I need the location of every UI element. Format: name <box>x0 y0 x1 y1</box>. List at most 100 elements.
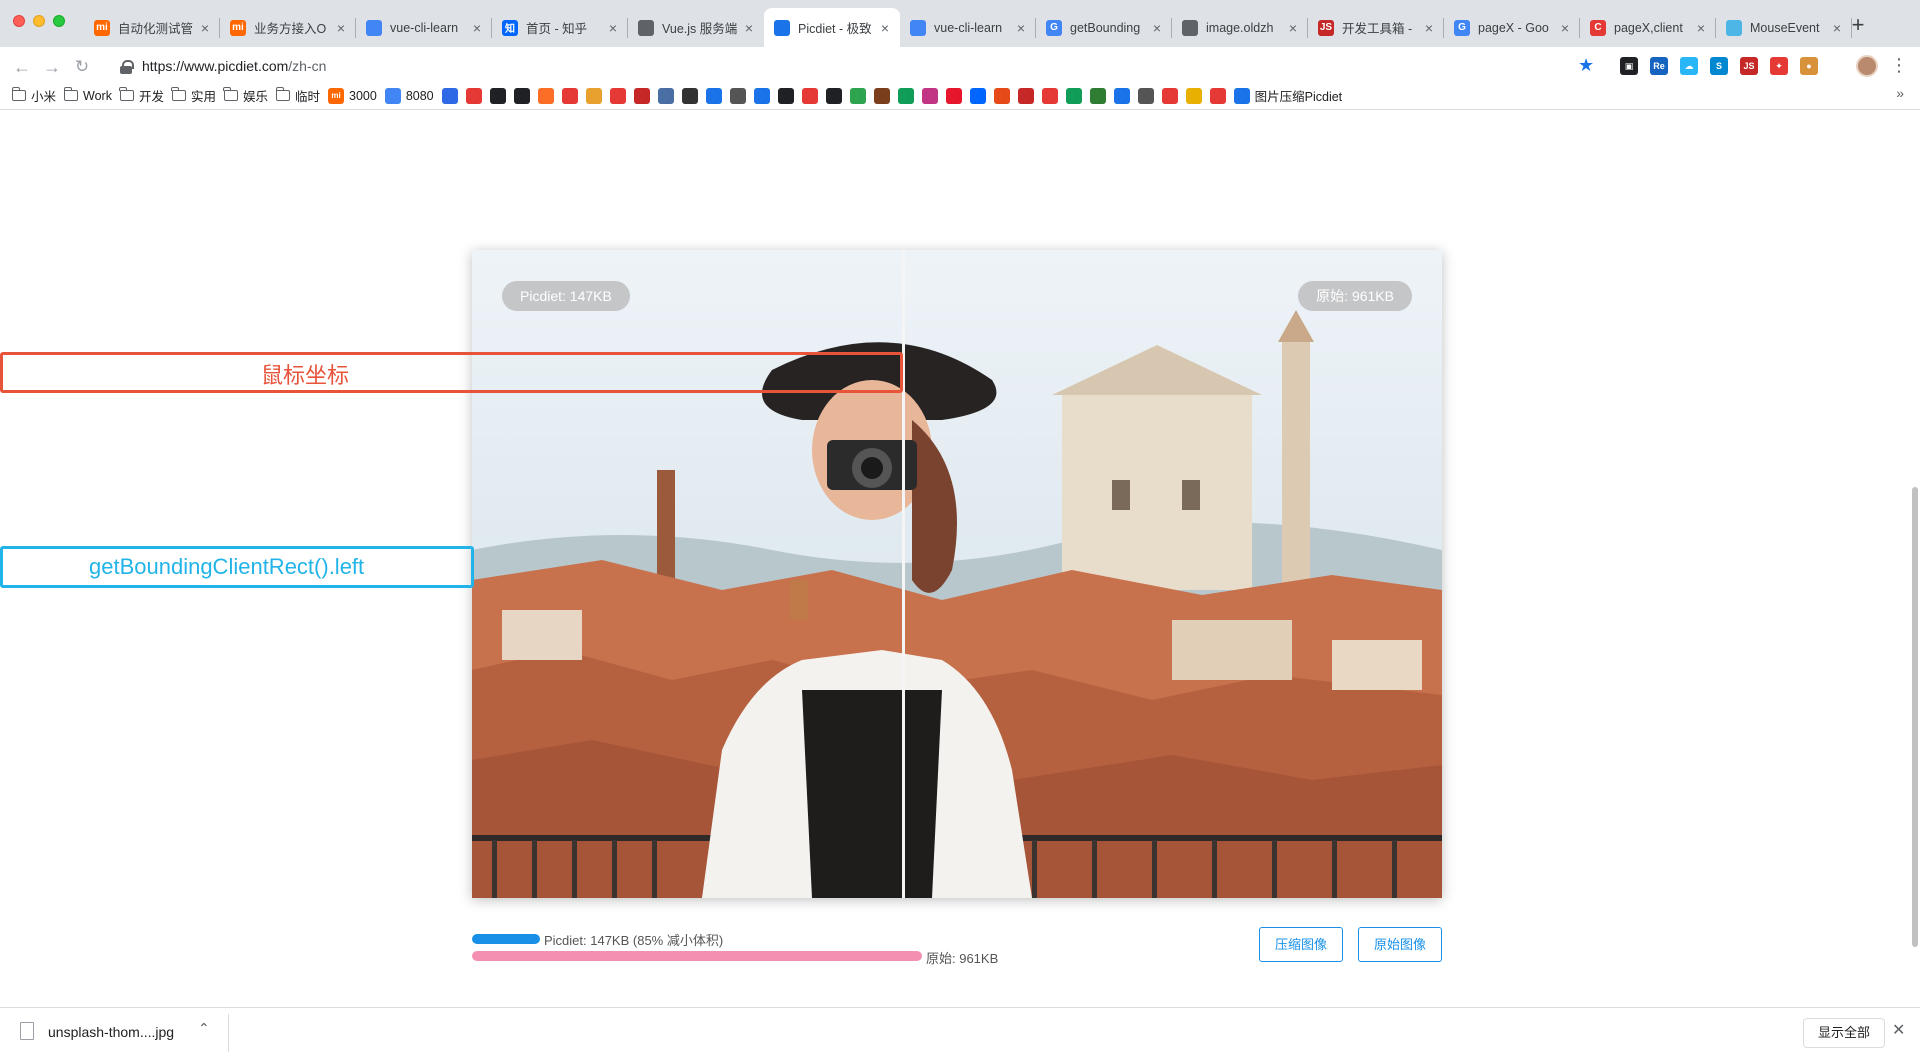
bookmark-site-icon[interactable] <box>1185 87 1202 104</box>
bookmark-site-icon[interactable] <box>561 87 578 104</box>
profile-avatar[interactable] <box>1856 55 1878 77</box>
close-window-button[interactable] <box>13 15 25 27</box>
address-bar[interactable]: https://www.picdiet.com/zh-cn <box>108 53 1578 81</box>
bookmark-2[interactable]: 开发 <box>119 86 164 105</box>
close-tab-icon[interactable]: × <box>1830 20 1844 36</box>
tab-11[interactable]: CpageX,client × <box>1580 8 1716 47</box>
bookmark-site-icon[interactable] <box>441 87 458 104</box>
qr-extension-icon[interactable]: ▣ <box>1620 57 1638 75</box>
bookmark-1[interactable]: Work <box>63 87 112 103</box>
bookmark-site-icon[interactable] <box>609 87 626 104</box>
maximize-window-button[interactable] <box>53 15 65 27</box>
bookmark-site-icon[interactable] <box>585 87 602 104</box>
image-compare-viewer[interactable]: Picdiet: 147KB 原始: 961KB <box>472 250 1442 898</box>
close-tab-icon[interactable]: × <box>742 20 756 36</box>
bookmark-site-icon[interactable] <box>849 87 866 104</box>
globe-icon <box>1182 19 1198 36</box>
bookmark-6[interactable]: mi 3000 <box>328 87 377 104</box>
tab-6[interactable]: vue-cli-learn × <box>900 8 1036 47</box>
compare-divider-handle[interactable] <box>902 250 905 898</box>
show-all-downloads-button[interactable]: 显示全部 <box>1803 1018 1886 1048</box>
close-tab-icon[interactable]: × <box>878 20 892 36</box>
back-button[interactable]: ← <box>10 55 34 79</box>
bookmark-site-icon[interactable] <box>897 87 914 104</box>
bookmark-site-icon[interactable] <box>801 87 818 104</box>
bookmark-site-icon[interactable] <box>681 87 698 104</box>
bookmark-site-icon[interactable] <box>1041 87 1058 104</box>
bookmark-site-icon[interactable] <box>537 87 554 104</box>
tab-9[interactable]: JS 开发工具箱 - × <box>1308 8 1444 47</box>
s-extension-icon[interactable]: S <box>1710 57 1728 75</box>
bookmark-site-icon[interactable] <box>1113 87 1130 104</box>
compressed-image-button[interactable]: 压缩图像 <box>1259 927 1344 962</box>
close-tab-icon[interactable]: × <box>1014 20 1028 36</box>
bookmark-site-icon[interactable] <box>729 87 746 104</box>
close-tab-icon[interactable]: × <box>1150 20 1164 36</box>
tab-10[interactable]: GpageX - Goo × <box>1444 8 1580 47</box>
tab-5[interactable]: Picdiet - 极致 × <box>764 8 900 47</box>
more-bookmarks-icon[interactable]: » <box>1896 85 1904 101</box>
tab-8[interactable]: image.oldzh × <box>1172 8 1308 47</box>
bookmark-picdiet[interactable]: 图片压缩Picdiet <box>1233 86 1342 105</box>
bookmark-site-icon[interactable] <box>1065 87 1082 104</box>
close-tab-icon[interactable]: × <box>470 20 484 36</box>
bookmark-site-icon[interactable] <box>705 87 722 104</box>
close-shelf-icon[interactable]: ✕ <box>1892 1020 1905 1040</box>
menu-icon[interactable]: ⋮ <box>1890 55 1908 76</box>
tab-0[interactable]: mi 自动化测试管 × <box>84 8 220 47</box>
close-tab-icon[interactable]: × <box>1422 20 1436 36</box>
reload-button[interactable]: ↻ <box>70 55 94 79</box>
close-tab-icon[interactable]: × <box>606 20 620 36</box>
tab-12[interactable]: MouseEvent × <box>1716 8 1852 47</box>
bookmark-site-icon[interactable] <box>657 87 674 104</box>
bookmark-site-icon[interactable] <box>1017 87 1034 104</box>
bookmark-site-icon[interactable] <box>1089 87 1106 104</box>
tab-1[interactable]: mi 业务方接入O × <box>220 8 356 47</box>
tab-7[interactable]: GgetBounding × <box>1036 8 1172 47</box>
forward-button[interactable]: → <box>40 55 64 79</box>
bookmark-site-icon[interactable] <box>945 87 962 104</box>
minimize-window-button[interactable] <box>33 15 45 27</box>
js-extension-icon[interactable]: JS <box>1740 57 1758 75</box>
bookmark-site-icon[interactable] <box>633 87 650 104</box>
bookmark-site-icon[interactable] <box>753 87 770 104</box>
bookmark-site-icon[interactable] <box>513 87 530 104</box>
bookmark-site-icon[interactable] <box>921 87 938 104</box>
bookmark-site-icon[interactable] <box>969 87 986 104</box>
close-tab-icon[interactable]: × <box>1286 20 1300 36</box>
download-options-chevron-icon[interactable]: ⌃ <box>198 1020 210 1037</box>
picdiet-icon <box>774 19 790 36</box>
extensions: ▣ Re ☁ S JS ✦ ● <box>1620 57 1818 75</box>
close-tab-icon[interactable]: × <box>1558 20 1572 36</box>
bookmark-site-icon[interactable] <box>1161 87 1178 104</box>
tab-4[interactable]: Vue.js 服务端 × <box>628 8 764 47</box>
download-file-name[interactable]: unsplash-thom....jpg <box>48 1024 174 1040</box>
bookmark-5[interactable]: 临时 <box>275 86 320 105</box>
tab-2[interactable]: vue-cli-learn × <box>356 8 492 47</box>
bookmark-site-icon[interactable] <box>993 87 1010 104</box>
new-tab-button[interactable]: + <box>1846 12 1870 38</box>
google-icon: G <box>1454 19 1470 36</box>
close-tab-icon[interactable]: × <box>198 20 212 36</box>
bookmark-site-icon[interactable] <box>777 87 794 104</box>
bookmark-7[interactable]: 8080 <box>384 87 434 104</box>
bookmark-star-icon[interactable]: ★ <box>1578 55 1594 76</box>
bookmark-site-icon[interactable] <box>489 87 506 104</box>
bookmark-0[interactable]: 小米 <box>11 86 56 105</box>
close-tab-icon[interactable]: × <box>1694 20 1708 36</box>
bookmark-site-icon[interactable] <box>465 87 482 104</box>
cloud-extension-icon[interactable]: ☁ <box>1680 57 1698 75</box>
flame-extension-icon[interactable]: ✦ <box>1770 57 1788 75</box>
bookmark-4[interactable]: 娱乐 <box>223 86 268 105</box>
tab-3[interactable]: 知首页 - 知乎 × <box>492 8 628 47</box>
bookmark-site-icon[interactable] <box>873 87 890 104</box>
re-extension-icon[interactable]: Re <box>1650 57 1668 75</box>
bookmark-site-icon[interactable] <box>1137 87 1154 104</box>
bookmark-site-icon[interactable] <box>825 87 842 104</box>
bookmark-3[interactable]: 实用 <box>171 86 216 105</box>
page-scrollbar[interactable] <box>1912 487 1918 947</box>
bookmark-site-icon[interactable] <box>1209 87 1226 104</box>
close-tab-icon[interactable]: × <box>334 20 348 36</box>
original-image-button[interactable]: 原始图像 <box>1358 927 1443 962</box>
cookie-extension-icon[interactable]: ● <box>1800 57 1818 75</box>
